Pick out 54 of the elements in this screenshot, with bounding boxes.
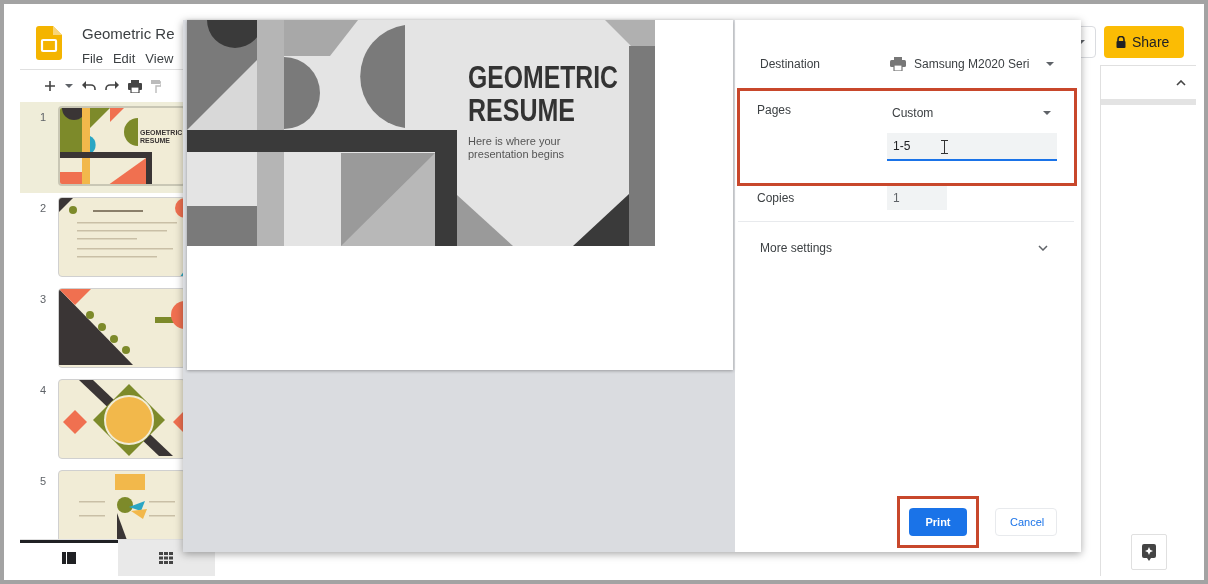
menu-item[interactable]: View: [145, 49, 174, 69]
lock-icon: [1116, 36, 1126, 48]
slide-number: 1: [38, 110, 47, 125]
setting-label: Copies: [757, 190, 796, 207]
caret-icon: [65, 84, 73, 88]
text-cursor-icon: [941, 140, 948, 154]
slide-number: 4: [38, 383, 47, 398]
filmstrip-view-icon: [61, 552, 76, 564]
slide-subtitle: presentation begins: [468, 148, 564, 160]
print-button[interactable]: [128, 79, 142, 93]
print-icon: [128, 79, 142, 93]
slide-row[interactable]: 2: [20, 193, 215, 284]
plus-icon: [44, 80, 56, 92]
slide-thumbnail[interactable]: [58, 197, 186, 277]
setting-label: Destination: [760, 56, 822, 73]
copies-field[interactable]: 1: [887, 186, 947, 210]
grid-view-icon: [159, 552, 174, 564]
slide-title: GEOMETRIC: [468, 60, 655, 95]
slide-subtitle: Here is where your: [468, 135, 561, 147]
paint-roller-icon: [151, 79, 161, 93]
pages-select[interactable]: Custom: [887, 101, 1051, 125]
page-range-field[interactable]: 1-5: [887, 133, 1057, 161]
plus-button[interactable]: [44, 80, 56, 92]
slide-number: 5: [38, 474, 47, 489]
more-settings-toggle[interactable]: More settings: [740, 232, 1074, 264]
explore-button[interactable]: [1130, 534, 1167, 570]
redo-button[interactable]: [105, 81, 119, 91]
menu-item[interactable]: File: [82, 49, 103, 69]
share-button[interactable]: Share: [1104, 26, 1184, 58]
undo-button[interactable]: [82, 81, 96, 91]
setting-label: Pages: [757, 102, 793, 119]
undo-icon: [82, 81, 96, 91]
sparkle-icon: [1141, 543, 1156, 561]
document-title[interactable]: Geometric Re: [82, 23, 175, 45]
slide-number: 3: [38, 292, 47, 307]
printer-icon: [890, 57, 906, 71]
slide-title: RESUME: [468, 93, 601, 128]
redo-icon: [105, 81, 119, 91]
caret-icon: [1046, 62, 1054, 66]
slide-thumbnail[interactable]: [58, 379, 186, 459]
slide-row[interactable]: 5: [20, 466, 215, 539]
print-button[interactable]: Print: [909, 508, 967, 536]
menu-item[interactable]: Edit: [112, 49, 136, 69]
caret-icon: [1043, 111, 1051, 115]
cancel-button[interactable]: Cancel: [995, 508, 1057, 536]
destination-select[interactable]: Samsung M2020 Seri: [890, 55, 1054, 73]
slide-number: 2: [38, 201, 47, 216]
chevron-up-icon[interactable]: [1176, 79, 1186, 86]
slide-row[interactable]: 4: [20, 375, 215, 466]
chevron-down-icon: [1038, 245, 1048, 251]
caret-button[interactable]: [65, 84, 73, 88]
slide-thumbnail[interactable]: [58, 470, 186, 539]
slide-row[interactable]: 3: [20, 284, 215, 375]
slide-thumbnail[interactable]: [58, 288, 186, 368]
